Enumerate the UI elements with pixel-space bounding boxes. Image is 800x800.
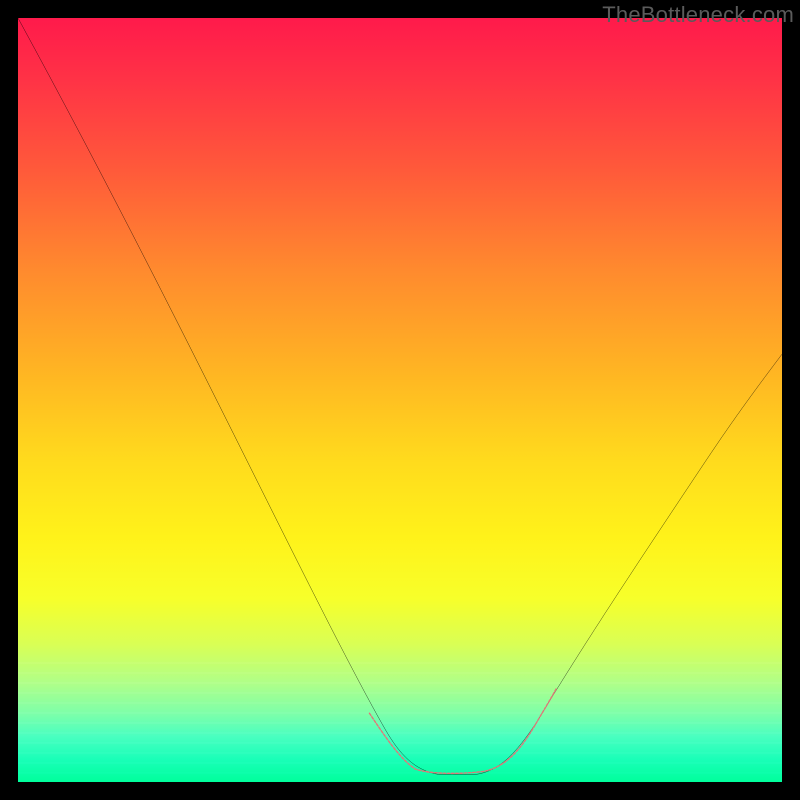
flat-region-overlay bbox=[369, 688, 556, 773]
chart-frame: TheBottleneck.com bbox=[0, 0, 800, 800]
plot-area bbox=[18, 18, 782, 782]
watermark-text: TheBottleneck.com bbox=[602, 2, 794, 28]
bottleneck-curve bbox=[18, 18, 782, 774]
curve-layer bbox=[18, 18, 782, 782]
